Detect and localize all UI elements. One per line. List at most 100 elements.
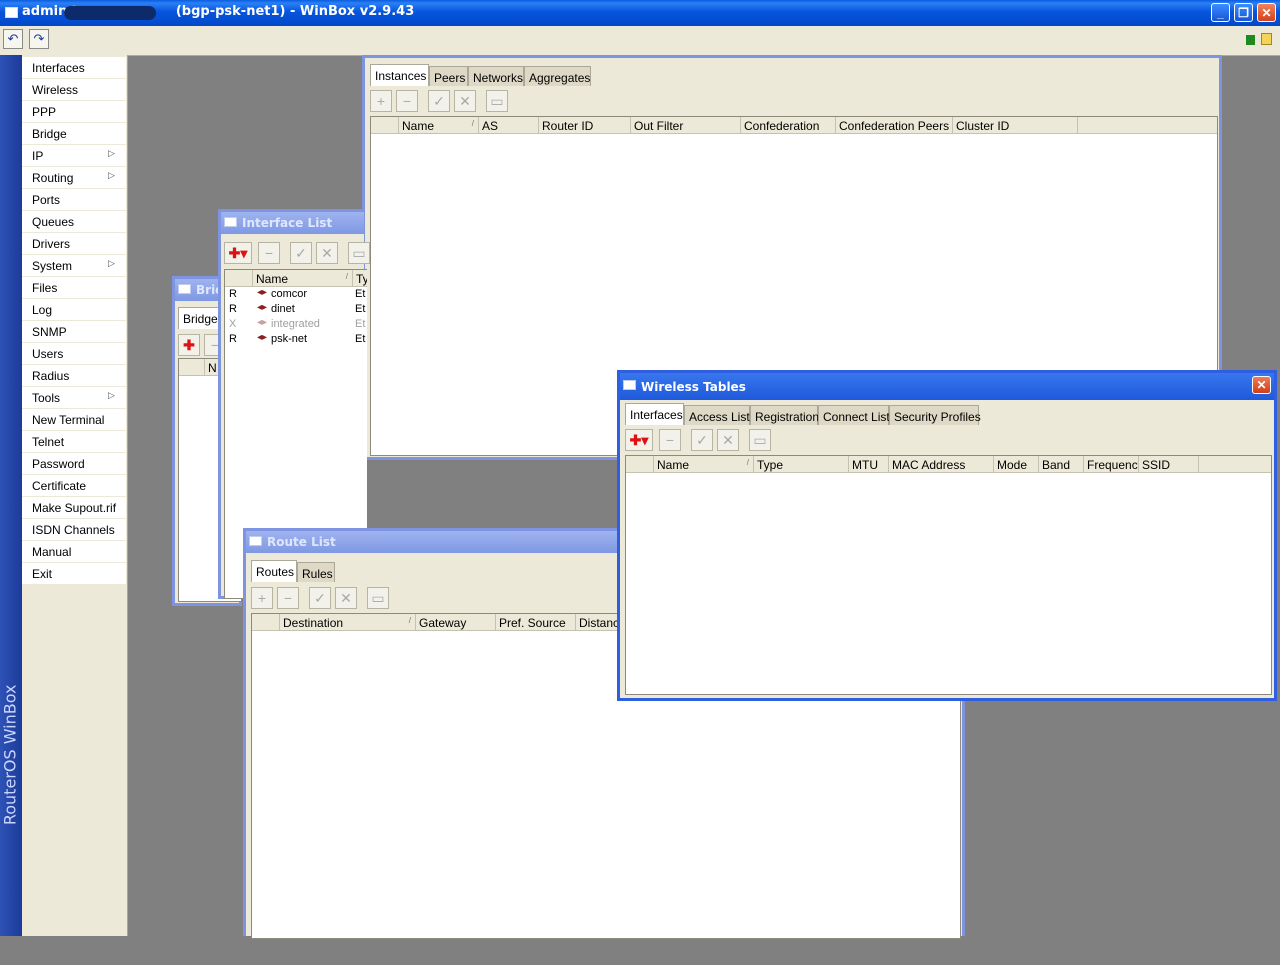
- table-row[interactable]: R ◂▸ psk-net Et: [225, 332, 367, 347]
- menu-item-system[interactable]: System ▷: [22, 255, 126, 276]
- comment-icon[interactable]: ▭: [486, 90, 508, 112]
- remove-icon[interactable]: −: [396, 90, 418, 112]
- col-pref-source[interactable]: Pref. Source: [496, 614, 576, 630]
- menu-item-manual[interactable]: Manual: [22, 541, 126, 562]
- col-as[interactable]: AS: [479, 117, 539, 133]
- col-mtu[interactable]: MTU: [849, 456, 889, 472]
- menu-item-bridge[interactable]: Bridge: [22, 123, 126, 144]
- side-brand-band: RouterOS WinBox: [0, 55, 22, 936]
- enable-icon[interactable]: ✓: [309, 587, 331, 609]
- col-mode[interactable]: Mode: [994, 456, 1039, 472]
- col-destination[interactable]: Destination /: [280, 614, 416, 630]
- menu-item-radius[interactable]: Radius: [22, 365, 126, 386]
- close-app-button[interactable]: ✕: [1257, 3, 1276, 22]
- comment-icon[interactable]: ▭: [749, 429, 771, 451]
- menu-item-label: IP: [32, 149, 44, 163]
- tab-peers[interactable]: Peers: [429, 66, 468, 86]
- menu-item-make-supout-rif[interactable]: Make Supout.rif: [22, 497, 126, 518]
- col-cluster-id[interactable]: Cluster ID: [953, 117, 1078, 133]
- add-icon[interactable]: ✚: [178, 334, 200, 356]
- menu-item-queues[interactable]: Queues: [22, 211, 126, 232]
- menu-item-certificate[interactable]: Certificate: [22, 475, 126, 496]
- menu-item-password[interactable]: Password: [22, 453, 126, 474]
- col-type[interactable]: Ty: [353, 270, 367, 286]
- minimize-button[interactable]: _: [1211, 3, 1230, 22]
- menu-item-isdn-channels[interactable]: ISDN Channels: [22, 519, 126, 540]
- tab-routes[interactable]: Routes: [251, 560, 297, 582]
- interface-name: dinet: [271, 303, 295, 315]
- interface-name: psk-net: [271, 333, 308, 345]
- enable-icon[interactable]: ✓: [290, 242, 312, 264]
- comment-icon[interactable]: ▭: [348, 242, 370, 264]
- menu-item-ppp[interactable]: PPP: [22, 101, 126, 122]
- col-confederation-peers[interactable]: Confederation Peers: [836, 117, 953, 133]
- add-icon[interactable]: +: [370, 90, 392, 112]
- menu-item-new-terminal[interactable]: New Terminal: [22, 409, 126, 430]
- interface-list-title: Interface List: [242, 216, 333, 230]
- menu-item-snmp[interactable]: SNMP: [22, 321, 126, 342]
- menu-item-label: Radius: [32, 369, 70, 383]
- col-mac-address[interactable]: MAC Address: [889, 456, 994, 472]
- table-row[interactable]: R ◂▸ comcor Et: [225, 287, 367, 302]
- add-icon[interactable]: +: [251, 587, 273, 609]
- col-name[interactable]: Name /: [253, 270, 353, 286]
- disable-icon[interactable]: ✕: [316, 242, 338, 264]
- col-frequency[interactable]: Frequency: [1084, 456, 1139, 472]
- menu-item-ports[interactable]: Ports: [22, 189, 126, 210]
- tab-interfaces[interactable]: Interfaces: [625, 403, 684, 425]
- tab-networks[interactable]: Networks: [468, 66, 524, 86]
- table-row[interactable]: R ◂▸ dinet Et: [225, 302, 367, 317]
- close-window-button[interactable]: ✕: [1252, 376, 1271, 394]
- status-flag: R: [229, 303, 237, 315]
- tab-rules[interactable]: Rules: [297, 562, 335, 582]
- menu-item-wireless[interactable]: Wireless: [22, 79, 126, 100]
- tab-connect-list[interactable]: Connect List: [818, 405, 890, 425]
- col-gateway[interactable]: Gateway: [416, 614, 496, 630]
- add-dropdown-icon[interactable]: ✚▾: [625, 429, 653, 451]
- menu-item-files[interactable]: Files: [22, 277, 126, 298]
- menu-item-routing[interactable]: Routing ▷: [22, 167, 126, 188]
- submenu-arrow-icon: ▷: [108, 148, 115, 158]
- tab-access-list[interactable]: Access List: [684, 405, 750, 425]
- remove-icon[interactable]: −: [277, 587, 299, 609]
- menu-item-ip[interactable]: IP ▷: [22, 145, 126, 166]
- menu-item-label: Telnet: [32, 435, 65, 449]
- col-out-filter[interactable]: Out Filter: [631, 117, 741, 133]
- tab-security-profiles[interactable]: Security Profiles: [889, 405, 981, 425]
- menu-item-users[interactable]: Users: [22, 343, 126, 364]
- menu-item-interfaces[interactable]: Interfaces: [22, 57, 126, 78]
- menu-item-telnet[interactable]: Telnet: [22, 431, 126, 452]
- add-dropdown-icon[interactable]: ✚▾: [224, 242, 252, 264]
- redo-icon[interactable]: ↷: [29, 29, 49, 49]
- col-type[interactable]: Type: [754, 456, 849, 472]
- enable-icon[interactable]: ✓: [428, 90, 450, 112]
- remove-icon[interactable]: −: [258, 242, 280, 264]
- wireless-tables-window[interactable]: Wireless Tables ✕ Interfaces Access List…: [617, 370, 1277, 701]
- col-router-id[interactable]: Router ID: [539, 117, 631, 133]
- tab-instances[interactable]: Instances: [370, 64, 429, 86]
- menu-item-log[interactable]: Log: [22, 299, 126, 320]
- col-name[interactable]: Name /: [399, 117, 479, 133]
- restore-button[interactable]: ❐: [1234, 3, 1253, 22]
- table-row[interactable]: X ◂▸ integrated Et: [225, 317, 367, 332]
- disable-icon[interactable]: ✕: [454, 90, 476, 112]
- main-title-bar[interactable]: admin@ (bgp-psk-net1) - WinBox v2.9.43 _…: [0, 0, 1280, 26]
- menu-item-exit[interactable]: Exit: [22, 563, 126, 584]
- disable-icon[interactable]: ✕: [335, 587, 357, 609]
- col-ssid[interactable]: SSID: [1139, 456, 1199, 472]
- interface-name: integrated: [271, 318, 320, 330]
- menu-item-label: Make Supout.rif: [32, 501, 117, 515]
- comment-icon[interactable]: ▭: [367, 587, 389, 609]
- tab-aggregates[interactable]: Aggregates: [524, 66, 591, 86]
- undo-icon[interactable]: ↶: [3, 29, 23, 49]
- menu-item-label: Interfaces: [32, 61, 85, 75]
- col-band[interactable]: Band: [1039, 456, 1084, 472]
- disable-icon[interactable]: ✕: [717, 429, 739, 451]
- enable-icon[interactable]: ✓: [691, 429, 713, 451]
- remove-icon[interactable]: −: [659, 429, 681, 451]
- menu-item-tools[interactable]: Tools ▷: [22, 387, 126, 408]
- tab-registration[interactable]: Registration: [750, 405, 819, 425]
- col-confederation[interactable]: Confederation: [741, 117, 836, 133]
- col-name[interactable]: Name /: [654, 456, 754, 472]
- menu-item-drivers[interactable]: Drivers: [22, 233, 126, 254]
